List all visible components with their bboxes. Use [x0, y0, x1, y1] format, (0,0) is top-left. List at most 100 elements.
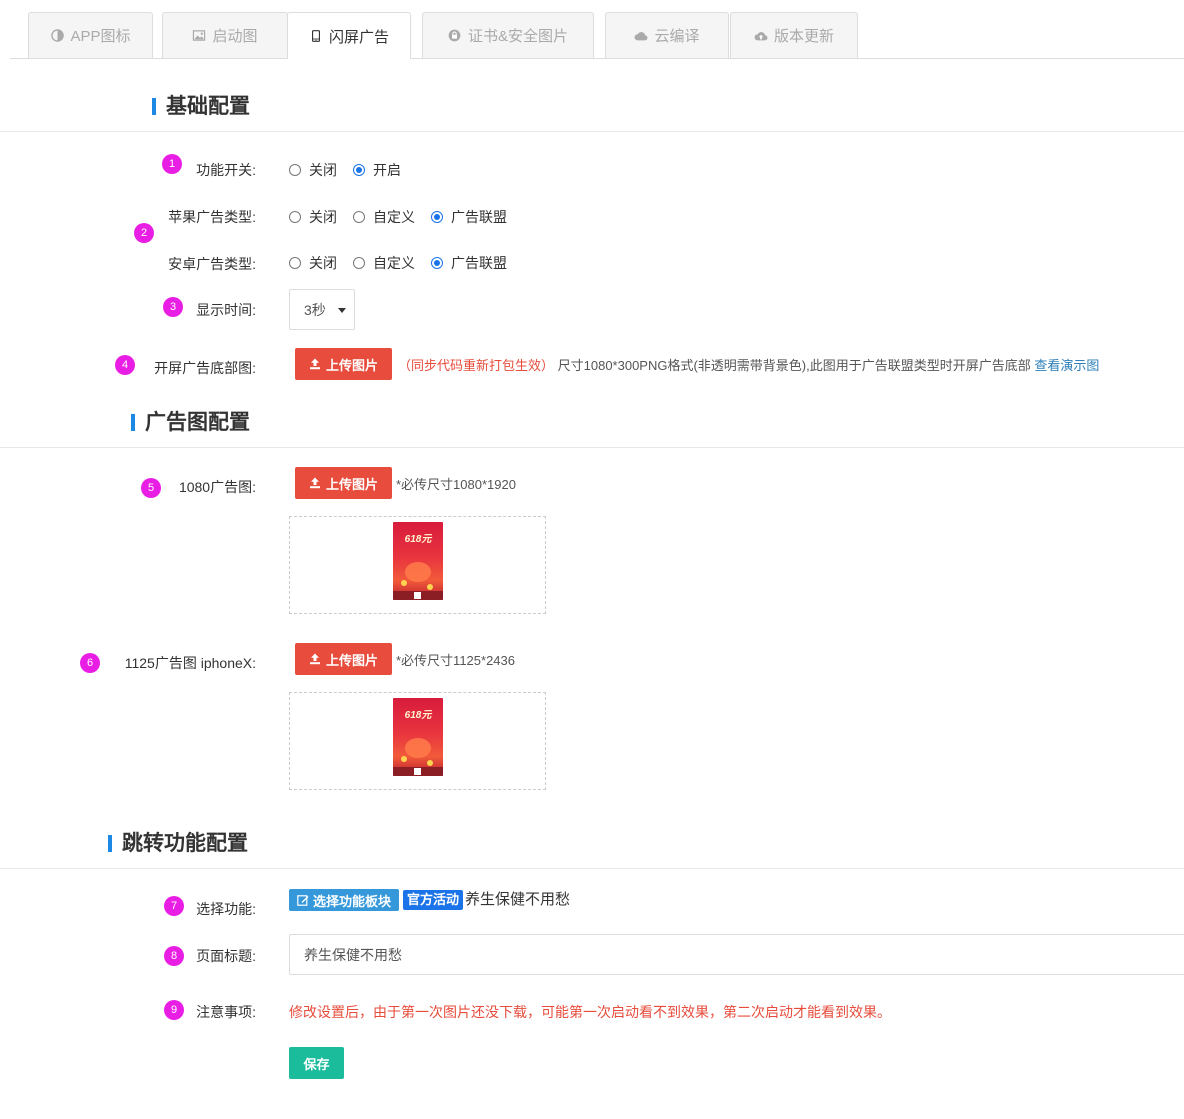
upload-icon: [309, 477, 320, 489]
step-badge: 4: [115, 355, 135, 375]
step-badge: 2: [134, 223, 154, 243]
poster-decoration: [401, 580, 407, 586]
apple-ad-custom-radio[interactable]: 自定义: [353, 207, 415, 227]
size-hint: 尺寸1080*300PNG格式(非透明需带背景色),此图用于广告联盟类型时开屏广…: [557, 358, 1031, 373]
poster-title: 618元: [404, 534, 432, 545]
display-time-select[interactable]: 3秒: [289, 289, 355, 330]
step-badge: 7: [164, 896, 184, 916]
notice-text: 修改设置后，由于第一次图片还没下载，可能第一次启动看不到效果，第二次启动才能看到…: [289, 1004, 891, 1020]
select-function-button[interactable]: 选择功能板块: [289, 889, 400, 911]
tab-label: 版本更新: [773, 28, 834, 45]
radio-label: 关闭: [309, 209, 337, 225]
tab-app-icon[interactable]: APP图标: [28, 12, 153, 58]
upload-1125-button[interactable]: 上传图片: [295, 643, 392, 675]
poster-decoration: [405, 562, 431, 582]
lock-icon: [448, 29, 462, 43]
radio-button-checked[interactable]: [431, 211, 443, 223]
step-badge: 9: [164, 1000, 184, 1020]
poster-decoration: [401, 756, 407, 762]
radio-label: 开启: [373, 162, 401, 178]
mobile-icon: [309, 29, 323, 43]
upload-label: 上传图片: [325, 357, 378, 373]
step-badge: 8: [164, 946, 184, 966]
caret-down-icon: [338, 308, 346, 313]
selected-function-text: 养生保健不用愁: [465, 891, 571, 908]
switch-on-radio[interactable]: 开启: [353, 160, 401, 180]
step-badge: 6: [80, 653, 100, 673]
radio-button[interactable]: [353, 211, 365, 223]
ad-1080-hint: *必传尺寸1080*1920: [396, 477, 516, 492]
ad-1080-label: 1080广告图:: [178, 479, 256, 495]
radio-button-checked[interactable]: [431, 257, 443, 269]
button-label: 选择功能板块: [313, 893, 392, 909]
qr-code-icon: [414, 768, 421, 775]
tab-certificate[interactable]: 证书&安全图片: [422, 12, 594, 58]
cloud-icon: [634, 29, 648, 43]
ad-poster-image: 618元: [393, 698, 443, 776]
select-function-label: 选择功能:: [196, 901, 256, 917]
poster-title: 618元: [404, 710, 432, 721]
image-icon: [192, 29, 206, 43]
upload-icon: [309, 653, 320, 665]
radio-label: 广告联盟: [451, 209, 507, 225]
upload-bottom-image-button[interactable]: 上传图片: [295, 348, 392, 380]
upload-label: 上传图片: [325, 652, 378, 668]
apple-ad-type-radio-group: 关闭 自定义 广告联盟: [289, 207, 523, 227]
apple-ad-union-radio[interactable]: 广告联盟: [431, 207, 507, 227]
radio-button[interactable]: [289, 164, 301, 176]
apple-ad-type-label: 苹果广告类型:: [168, 209, 256, 225]
radio-label: 自定义: [373, 255, 415, 271]
tab-label: 闪屏广告: [328, 28, 389, 46]
tab-label: 证书&安全图片: [467, 28, 568, 45]
android-ad-union-radio[interactable]: 广告联盟: [431, 253, 507, 273]
rebuild-warning: （同步代码重新打包生效）: [398, 358, 555, 373]
divider: [0, 447, 1184, 448]
divider: [0, 131, 1184, 132]
page-title-input[interactable]: [289, 934, 1184, 975]
section-title-jump: 跳转功能配置: [108, 832, 248, 856]
radio-label: 广告联盟: [451, 255, 507, 271]
half-circle-icon: [50, 29, 64, 43]
cloud-upload-icon: [754, 29, 768, 43]
poster-decoration: [427, 584, 433, 590]
tab-splash-ad[interactable]: 闪屏广告: [287, 12, 411, 59]
edit-icon: [297, 895, 309, 906]
upload-1080-button[interactable]: 上传图片: [295, 467, 392, 499]
step-badge: 5: [141, 478, 161, 498]
view-demo-link[interactable]: 查看演示图: [1034, 358, 1099, 373]
tab-label: APP图标: [70, 28, 131, 45]
step-badge: 1: [162, 154, 182, 174]
apple-ad-off-radio[interactable]: 关闭: [289, 207, 337, 227]
tab-version-update[interactable]: 版本更新: [730, 12, 858, 58]
tab-launch-image[interactable]: 启动图: [162, 12, 288, 58]
tab-cloud-compile[interactable]: 云编译: [605, 12, 729, 58]
android-ad-off-radio[interactable]: 关闭: [289, 253, 337, 273]
switch-radio-group: 关闭 开启: [289, 160, 417, 180]
tab-bar: APP图标 启动图 闪屏广告 证书&安全图片 云编译 版本更新: [10, 0, 1184, 59]
radio-button[interactable]: [289, 257, 301, 269]
bottom-image-label: 开屏广告底部图:: [154, 360, 256, 376]
notice-label: 注意事项:: [196, 1004, 256, 1020]
poster-decoration: [427, 760, 433, 766]
bottom-image-hint: （同步代码重新打包生效） 尺寸1080*300PNG格式(非透明需带背景色),此…: [398, 355, 1099, 374]
switch-off-radio[interactable]: 关闭: [289, 160, 337, 180]
select-value: 3秒: [304, 301, 326, 318]
display-time-label: 显示时间:: [196, 302, 256, 318]
radio-button[interactable]: [289, 211, 301, 223]
switch-label: 功能开关:: [196, 162, 256, 178]
ad-1080-preview: 618元: [289, 516, 546, 614]
upload-label: 上传图片: [325, 476, 378, 492]
divider: [0, 868, 1184, 869]
android-ad-custom-radio[interactable]: 自定义: [353, 253, 415, 273]
upload-icon: [309, 358, 320, 370]
radio-button-checked[interactable]: [353, 164, 365, 176]
android-ad-type-label: 安卓广告类型:: [168, 256, 256, 272]
ad-poster-image: 618元: [393, 522, 443, 600]
tab-label: 云编译: [654, 28, 700, 45]
tab-label: 启动图: [212, 28, 258, 45]
official-activity-tag: 官方活动: [403, 890, 464, 910]
radio-button[interactable]: [353, 257, 365, 269]
section-title-ad-image: 广告图配置: [131, 411, 250, 435]
radio-label: 自定义: [373, 209, 415, 225]
save-button[interactable]: 保存: [289, 1047, 344, 1079]
